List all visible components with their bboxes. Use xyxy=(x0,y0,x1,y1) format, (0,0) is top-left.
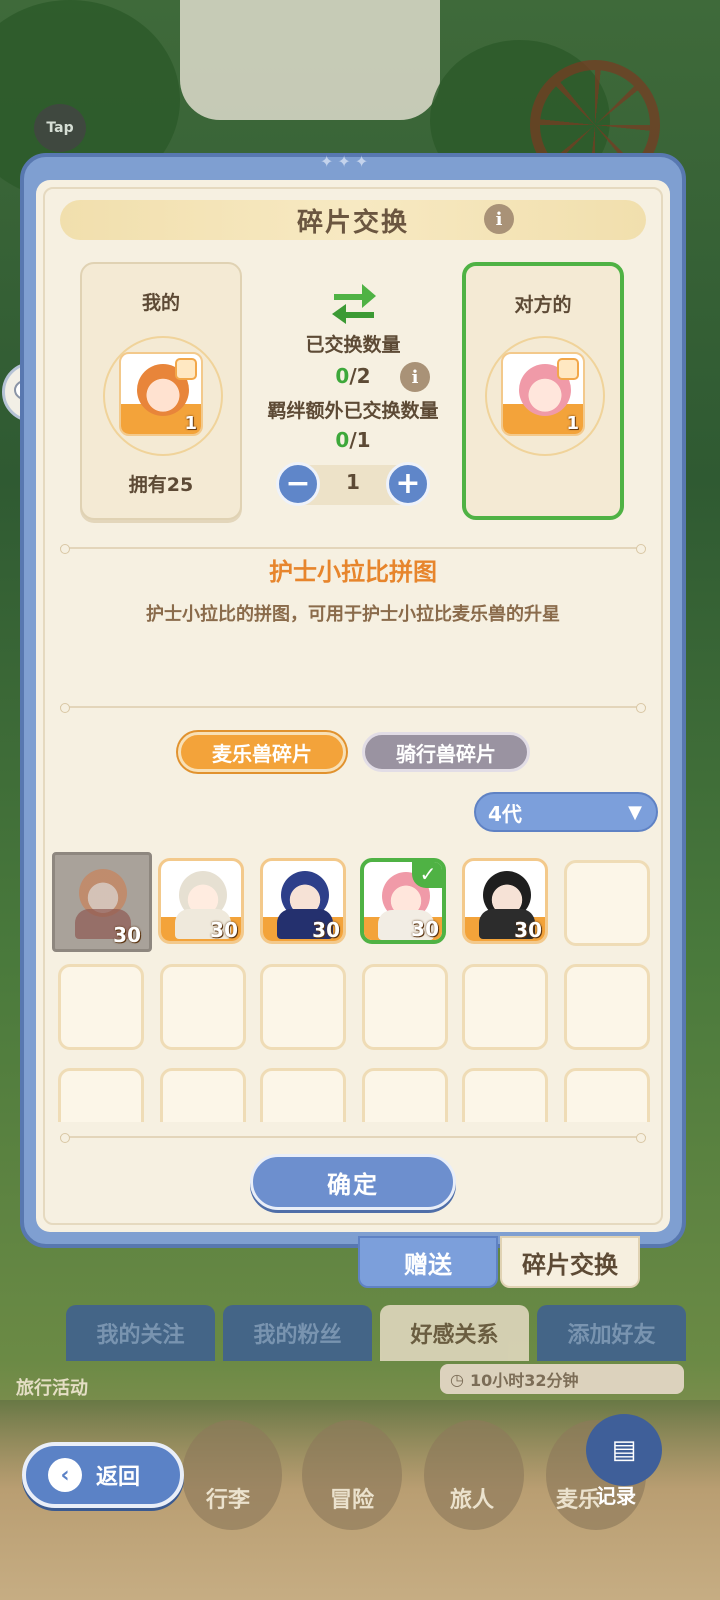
my-fragment-card[interactable]: 我的 1 拥有25 xyxy=(80,262,242,520)
fragment-slot-1[interactable]: 30 xyxy=(52,852,152,952)
back-button[interactable]: ‹ 返回 xyxy=(22,1442,184,1508)
background-tent xyxy=(180,0,440,120)
back-arrow-icon: ‹ xyxy=(48,1458,82,1492)
empty-slot xyxy=(462,964,548,1050)
bond-exchanged-count: 0/1 xyxy=(335,428,371,452)
tab-gift[interactable]: 赠送 xyxy=(358,1236,498,1288)
empty-slot xyxy=(160,1068,246,1122)
nav-luggage-label: 行李 xyxy=(206,1488,251,1513)
nav-traveler-label: 旅人 xyxy=(450,1488,495,1513)
tab-add-friend[interactable]: 添加好友 xyxy=(537,1305,686,1361)
their-fragment-card[interactable]: 对方的 1 xyxy=(462,262,624,520)
travel-activity-label[interactable]: 旅行活动 xyxy=(16,1374,88,1400)
nav-adventure-label: 冒险 xyxy=(330,1488,375,1513)
fragment-count: 30 xyxy=(411,917,439,941)
tab-fragment-exchange[interactable]: 碎片交换 xyxy=(500,1236,640,1288)
empty-slot xyxy=(260,964,346,1050)
quantity-value: 1 xyxy=(346,470,360,494)
empty-slot xyxy=(260,1068,346,1122)
fragment-slot-5[interactable]: 30 xyxy=(462,858,548,944)
puzzle-piece-icon xyxy=(557,358,579,380)
empty-slot xyxy=(362,1068,448,1122)
their-card-label: 对方的 xyxy=(514,294,572,316)
tap-badge[interactable]: Tap xyxy=(34,104,86,152)
fragment-count: 30 xyxy=(113,923,141,947)
generation-dropdown[interactable]: 4代 ▼ xyxy=(474,792,658,832)
exchanged-label: 已交换数量 xyxy=(305,334,401,356)
item-name: 护士小拉比拼图 xyxy=(269,558,437,586)
fragment-count: 30 xyxy=(514,918,542,942)
selected-check-icon: ✓ xyxy=(412,862,442,888)
item-description: 护士小拉比的拼图，可用于护士小拉比麦乐兽的升星 xyxy=(146,604,560,625)
dropdown-arrow-icon: ▼ xyxy=(628,802,642,823)
dialog-title: 碎片交换 xyxy=(296,207,409,238)
empty-slot xyxy=(462,1068,548,1122)
decrease-button[interactable]: − xyxy=(276,462,320,506)
swap-arrows-icon xyxy=(332,284,376,324)
sparkle-decoration: ✦✦✦ xyxy=(320,152,373,171)
owned-count: 拥有25 xyxy=(128,474,194,496)
their-tile-count: 1 xyxy=(566,413,579,434)
their-fragment-tile: 1 xyxy=(501,352,585,436)
record-book-icon[interactable]: ▤ xyxy=(586,1414,662,1486)
my-fragment-tile: 1 xyxy=(119,352,203,436)
fragment-slot-4[interactable]: ✓ 30 xyxy=(360,858,446,944)
timer-badge: ◷ 10小时32分钟 xyxy=(440,1364,684,1394)
tab-affinity[interactable]: 好感关系 xyxy=(380,1305,529,1361)
clock-icon: ◷ xyxy=(450,1369,464,1389)
empty-slot xyxy=(58,964,144,1050)
empty-slot xyxy=(160,964,246,1050)
record-label[interactable]: 记录 xyxy=(596,1480,636,1509)
increase-button[interactable]: + xyxy=(386,462,430,506)
dialog-title-bar: 碎片交换 xyxy=(60,200,646,240)
filter-mount-fragments[interactable]: 骑行兽碎片 xyxy=(362,732,530,772)
puzzle-piece-icon xyxy=(175,358,197,380)
back-button-label: 返回 xyxy=(96,1465,141,1490)
my-tile-count: 1 xyxy=(184,413,197,434)
tab-following[interactable]: 我的关注 xyxy=(66,1305,215,1361)
filter-pet-fragments[interactable]: 麦乐兽碎片 xyxy=(178,732,346,772)
tab-fans[interactable]: 我的粉丝 xyxy=(223,1305,372,1361)
friend-tabs: 我的关注 我的粉丝 好感关系 添加好友 xyxy=(66,1305,686,1361)
empty-slot xyxy=(362,964,448,1050)
section-divider xyxy=(60,703,646,713)
nav-pet-label: 麦乐 xyxy=(556,1488,601,1513)
empty-slot xyxy=(564,860,650,946)
fragment-count: 30 xyxy=(312,918,340,942)
my-card-label: 我的 xyxy=(141,292,180,314)
bond-exchanged-label: 羁绊额外已交换数量 xyxy=(267,400,439,422)
fragment-grid: 30 30 30 ✓ 30 30 xyxy=(52,852,656,1122)
empty-slot xyxy=(564,1068,650,1122)
confirm-button[interactable]: 确定 xyxy=(250,1154,456,1210)
fragment-slot-3[interactable]: 30 xyxy=(260,858,346,944)
empty-slot xyxy=(564,964,650,1050)
fragment-count: 30 xyxy=(210,918,238,942)
title-info-icon[interactable]: i xyxy=(484,204,514,234)
generation-value: 4代 xyxy=(488,801,522,826)
empty-slot xyxy=(58,1068,144,1122)
timer-text: 10小时32分钟 xyxy=(469,1371,579,1390)
section-divider xyxy=(60,544,646,554)
fragment-slot-2[interactable]: 30 xyxy=(158,858,244,944)
exchange-info-icon[interactable]: i xyxy=(400,362,430,392)
section-divider xyxy=(60,1133,646,1143)
